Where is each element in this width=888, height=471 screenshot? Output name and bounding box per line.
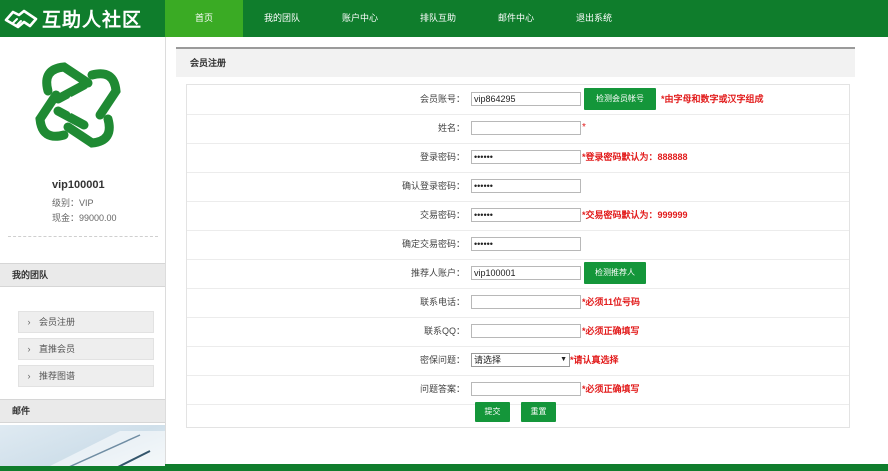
sidebar-item-label: 会员注册	[39, 317, 76, 327]
answer-hint: *必须正确填写	[582, 384, 640, 394]
mail-section-title: 邮件	[0, 399, 165, 423]
security-question-selected: 请选择	[474, 355, 502, 365]
qq-input[interactable]	[471, 324, 581, 338]
trade-password-label: 交易密码：	[419, 210, 465, 220]
account-label: 会员账号：	[419, 94, 465, 104]
security-question-select[interactable]: 请选择 ▼	[471, 353, 570, 367]
form-row-account: 会员账号： vip864295 检测会员帐号 *由字母和数字或汉字组成	[187, 85, 849, 115]
main-nav: 首页 我的团队 账户中心 排队互助 邮件中心 退出系统	[165, 0, 633, 37]
sidebar-item-register[interactable]: › 会员注册	[18, 311, 154, 333]
qq-hint: *必须正确填写	[582, 326, 640, 336]
nav-queue-help[interactable]: 排队互助	[399, 0, 477, 37]
trade-password-input[interactable]: ••••••	[471, 208, 581, 222]
handshake-logo-icon	[4, 9, 38, 28]
nav-my-team[interactable]: 我的团队	[243, 0, 321, 37]
check-account-button[interactable]: 检测会员帐号	[584, 88, 656, 110]
divider	[8, 236, 158, 237]
top-navbar: 互助人社区 首页 我的团队 账户中心 排队互助 邮件中心 退出系统	[0, 0, 888, 37]
form-row-trade-password: 交易密码： •••••• *交易密码默认为：999999	[187, 201, 849, 231]
username: vip100001	[52, 179, 105, 191]
logo-text: 互助人社区	[42, 10, 143, 31]
sidebar: vip100001 级别：VIP 现金：99000.00 我的团队 › 会员注册 …	[0, 37, 166, 471]
nav-home[interactable]: 首页	[165, 0, 243, 37]
form-row-answer: 问题答案： *必须正确填写	[187, 375, 849, 405]
form-row-login-password: 登录密码： •••••• *登录密码默认为：888888	[187, 143, 849, 173]
user-level: 级别：VIP	[52, 198, 94, 208]
security-question-hint: *请认真选择	[570, 355, 619, 365]
name-label: 姓名：	[437, 123, 465, 133]
form-row-referrer: 推荐人账户： vip100001 检测推荐人	[187, 259, 849, 289]
team-section-title: 我的团队	[0, 263, 165, 287]
confirm-login-password-input[interactable]: ••••••	[471, 179, 581, 193]
confirm-trade-password-input[interactable]: ••••••	[471, 237, 581, 251]
trade-password-hint: *交易密码默认为：999999	[582, 210, 688, 220]
name-input[interactable]	[471, 121, 581, 135]
chevron-right-icon: ›	[27, 344, 31, 354]
user-balance: 现金：99000.00	[52, 213, 117, 223]
phone-label: 联系电话：	[419, 297, 465, 307]
confirm-trade-password-label: 确定交易密码：	[401, 239, 465, 249]
green-knot-emblem-icon	[35, 62, 121, 148]
login-password-input[interactable]: ••••••	[471, 150, 581, 164]
account-hint: *由字母和数字或汉字组成	[661, 94, 764, 104]
sidebar-item-direct-members[interactable]: › 直推会员	[18, 338, 154, 360]
form-row-confirm-trade-password: 确定交易密码： ••••••	[187, 230, 849, 260]
answer-label: 问题答案：	[419, 384, 465, 394]
referrer-input[interactable]: vip100001	[471, 266, 581, 280]
form-row-qq: 联系QQ： *必须正确填写	[187, 317, 849, 347]
nav-mail-center[interactable]: 邮件中心	[477, 0, 555, 37]
sidebar-item-referral-map[interactable]: › 推荐图谱	[18, 365, 154, 387]
nav-account-center[interactable]: 账户中心	[321, 0, 399, 37]
login-password-hint: *登录密码默认为：888888	[582, 152, 688, 162]
name-required-star: *	[582, 122, 586, 133]
chevron-right-icon: ›	[27, 317, 31, 327]
answer-input[interactable]	[471, 382, 581, 396]
reset-button[interactable]: 重置	[521, 402, 556, 422]
confirm-login-password-label: 确认登录密码：	[401, 181, 465, 191]
nav-logout[interactable]: 退出系统	[555, 0, 633, 37]
login-password-label: 登录密码：	[419, 152, 465, 162]
sidebar-item-label: 直推会员	[39, 344, 76, 354]
phone-hint: *必须11位号码	[582, 297, 641, 307]
phone-input[interactable]	[471, 295, 581, 309]
register-form: 会员账号： vip864295 检测会员帐号 *由字母和数字或汉字组成 姓名： …	[186, 84, 850, 428]
footer-bar-left	[0, 466, 165, 471]
qq-label: 联系QQ：	[423, 326, 465, 336]
referrer-label: 推荐人账户：	[410, 268, 465, 278]
check-referrer-button[interactable]: 检测推荐人	[584, 262, 646, 284]
section-title: 会员注册	[176, 47, 855, 77]
security-question-label: 密保问题：	[419, 355, 465, 365]
site-logo[interactable]: 互助人社区	[4, 4, 142, 33]
footer-bar	[165, 464, 888, 471]
chevron-right-icon: ›	[27, 371, 31, 381]
sidebar-banner-image	[0, 425, 165, 471]
sidebar-item-label: 推荐图谱	[39, 371, 76, 381]
form-row-name: 姓名： *	[187, 114, 849, 144]
submit-button[interactable]: 提交	[475, 402, 510, 422]
dropdown-arrow-icon: ▼	[560, 356, 567, 363]
form-row-security-question: 密保问题： 请选择 ▼ *请认真选择	[187, 346, 849, 376]
form-row-confirm-login-password: 确认登录密码： ••••••	[187, 172, 849, 202]
form-row-phone: 联系电话： *必须11位号码	[187, 288, 849, 318]
account-input[interactable]: vip864295	[471, 92, 581, 106]
